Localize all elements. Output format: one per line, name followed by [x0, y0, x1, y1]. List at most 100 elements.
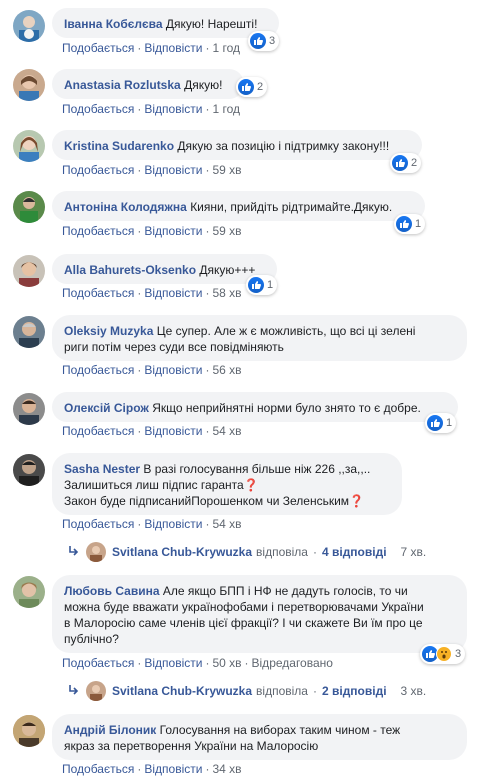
comment-text-line: публічно? — [64, 632, 119, 646]
timestamp[interactable]: 59 хв — [212, 163, 241, 177]
reaction-summary[interactable]: 1 — [394, 214, 426, 234]
avatar[interactable] — [13, 316, 45, 348]
comment-author[interactable]: Sasha Nester — [64, 462, 140, 476]
reaction-count: 2 — [257, 81, 264, 93]
reply-author[interactable]: Svitlana Chub-Krywuzka — [112, 684, 252, 698]
comment-bubble: Oleksiy Muzyka Це супер. Але ж є можливі… — [52, 315, 467, 361]
like-link[interactable]: Подобається — [62, 224, 134, 238]
comment-actions: Подобається · Відповісти · 54 хв — [62, 424, 242, 438]
reaction-summary[interactable]: 2 — [390, 153, 422, 173]
reaction-count: 1 — [267, 279, 274, 291]
like-icon — [248, 277, 264, 293]
comment-author[interactable]: Oleksiy Muzyka — [64, 324, 153, 338]
comment-bubble: Антоніна Колодяжна Кияни, прийдіть рідтр… — [52, 191, 425, 221]
timestamp[interactable]: 54 хв — [212, 517, 241, 531]
timestamp[interactable]: 54 хв — [212, 424, 241, 438]
comment-bubble: Іванна Кобєлєва Дякую! Нарешті! — [52, 8, 279, 38]
like-link[interactable]: Подобається — [62, 163, 134, 177]
avatar[interactable] — [13, 130, 45, 162]
comment-text: Дякую за позицію і підтримку закону!!! — [177, 139, 390, 153]
comment-author[interactable]: Anastasia Rozlutska — [64, 78, 181, 92]
like-link[interactable]: Подобається — [62, 762, 134, 776]
view-replies-link[interactable]: Svitlana Chub-Krywuzka відповіла · 2 від… — [68, 681, 426, 701]
timestamp[interactable]: 1 год — [212, 102, 240, 116]
timestamp[interactable]: 1 год — [212, 41, 240, 55]
like-link[interactable]: Подобається — [62, 41, 134, 55]
comment-author[interactable]: Андрій Білоник — [64, 723, 156, 737]
comment-author[interactable]: Олексій Сірож — [64, 401, 149, 415]
like-link[interactable]: Подобається — [62, 102, 134, 116]
edited-label[interactable]: Відредаговано — [252, 656, 333, 670]
avatar[interactable] — [13, 10, 45, 42]
reply-link[interactable]: Відповісти — [144, 102, 202, 116]
comment-bubble: Sasha Nester В разі голосування більше н… — [52, 453, 402, 515]
timestamp[interactable]: 58 хв — [212, 286, 241, 300]
like-icon — [396, 216, 412, 232]
comment-text-line: можна буде вважати українофобами і перет… — [64, 600, 424, 614]
reply-action: відповіла — [256, 684, 308, 698]
reply-link[interactable]: Відповісти — [144, 286, 202, 300]
reply-count[interactable]: 4 відповіді — [322, 545, 387, 559]
reaction-summary[interactable]: 1 — [425, 413, 457, 433]
reaction-summary[interactable]: 1 — [246, 275, 278, 295]
reply-time: 7 хв. — [400, 545, 427, 559]
timestamp[interactable]: 34 хв — [212, 762, 241, 776]
reaction-count: 1 — [415, 218, 422, 230]
comment-author[interactable]: Любовь Савина — [64, 584, 160, 598]
like-icon — [427, 415, 443, 431]
reaction-summary[interactable]: 2 — [236, 77, 268, 97]
comment-bubble: Андрій Білоник Голосування на виборах та… — [52, 714, 467, 760]
like-icon — [392, 155, 408, 171]
comment-bubble: Anastasia Rozlutska Дякую! — [52, 69, 244, 99]
avatar — [86, 542, 106, 562]
comment-text: Якщо неприйнятні норми було знято то є д… — [152, 401, 421, 415]
reply-arrow-icon — [68, 545, 80, 559]
avatar[interactable] — [13, 454, 45, 486]
comment-actions: Подобається · Відповісти · 54 хв — [62, 517, 242, 531]
reaction-count: 3 — [455, 648, 462, 660]
reply-link[interactable]: Відповісти — [144, 41, 202, 55]
comment-actions: Подобається · Відповісти · 34 хв — [62, 762, 242, 776]
comment-bubble: Alla Bahurets-Oksenko Дякую+++ — [52, 254, 277, 284]
reply-link[interactable]: Відповісти — [144, 517, 202, 531]
timestamp[interactable]: 56 хв — [212, 363, 241, 377]
comment-text: Дякую! Нарешті! — [165, 17, 258, 31]
like-link[interactable]: Подобається — [62, 363, 134, 377]
avatar[interactable] — [13, 715, 45, 747]
reply-count[interactable]: 2 відповіді — [322, 684, 387, 698]
like-link[interactable]: Подобається — [62, 424, 134, 438]
reply-link[interactable]: Відповісти — [144, 163, 202, 177]
like-link[interactable]: Подобається — [62, 517, 134, 531]
comment-author[interactable]: Alla Bahurets-Oksenko — [64, 263, 196, 277]
reply-link[interactable]: Відповісти — [144, 363, 202, 377]
reply-link[interactable]: Відповісти — [144, 224, 202, 238]
avatar — [86, 681, 106, 701]
reply-author[interactable]: Svitlana Chub-Krywuzka — [112, 545, 252, 559]
avatar[interactable] — [13, 576, 45, 608]
comment-actions: Подобається · Відповісти · 59 хв — [62, 163, 242, 177]
comment-text-line: якраз за перетворення України на Малорос… — [64, 739, 319, 753]
like-link[interactable]: Подобається — [62, 286, 134, 300]
comment-text-line: риги потім через суди все повідміняють — [64, 340, 284, 354]
reply-time: 3 хв. — [400, 684, 427, 698]
avatar[interactable] — [13, 255, 45, 287]
comment-actions: Подобається · Відповісти · 1 год — [62, 102, 240, 116]
comment-author[interactable]: Іванна Кобєлєва — [64, 17, 163, 31]
comment-author[interactable]: Антоніна Колодяжна — [64, 200, 187, 214]
comment-text: Дякую+++ — [199, 263, 256, 277]
reaction-summary[interactable]: 3 — [248, 31, 280, 51]
avatar[interactable] — [13, 393, 45, 425]
reaction-summary[interactable]: 3 — [420, 644, 466, 664]
avatar[interactable] — [13, 69, 45, 101]
wow-icon — [436, 646, 452, 662]
avatar[interactable] — [13, 191, 45, 223]
view-replies-link[interactable]: Svitlana Chub-Krywuzka відповіла · 4 від… — [68, 542, 426, 562]
timestamp[interactable]: 50 хв — [212, 656, 241, 670]
comment-bubble: Kristina Sudarenko Дякую за позицію і пі… — [52, 130, 422, 160]
comment-author[interactable]: Kristina Sudarenko — [64, 139, 174, 153]
reply-link[interactable]: Відповісти — [144, 656, 202, 670]
reply-link[interactable]: Відповісти — [144, 762, 202, 776]
like-link[interactable]: Подобається — [62, 656, 134, 670]
reply-link[interactable]: Відповісти — [144, 424, 202, 438]
timestamp[interactable]: 59 хв — [212, 224, 241, 238]
